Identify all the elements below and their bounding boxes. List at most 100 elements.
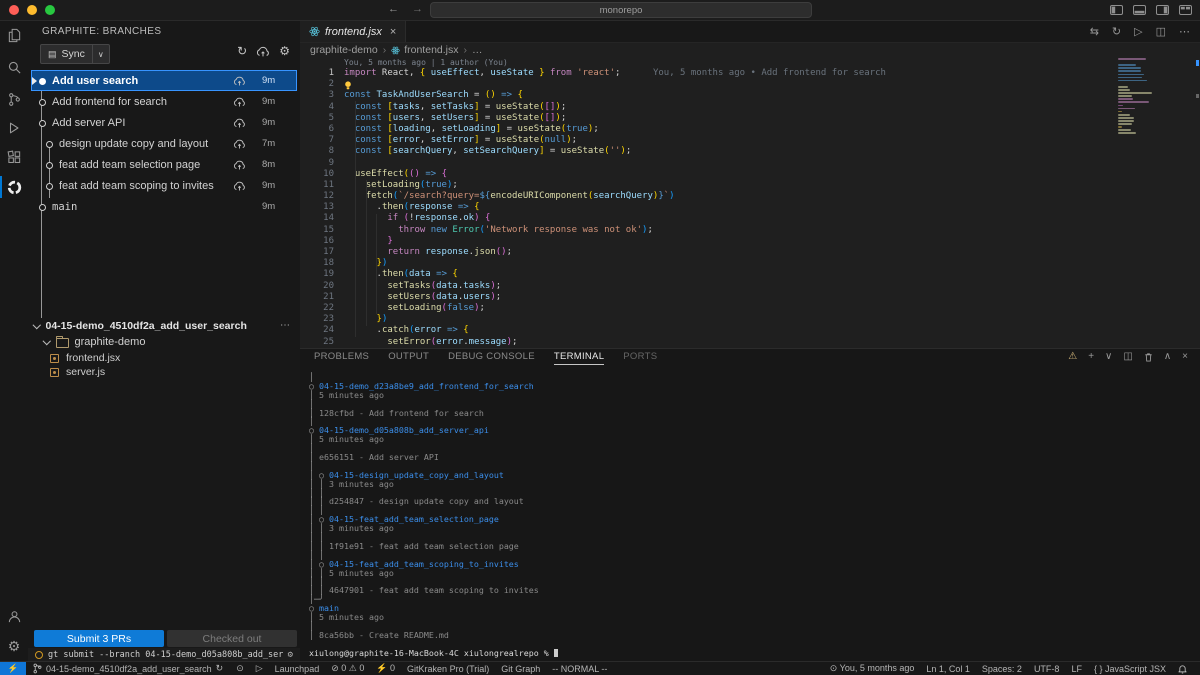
cloud-upload-icon[interactable]: [233, 181, 249, 191]
sync-button[interactable]: ▤ Sync ∨: [40, 44, 110, 64]
close-window-button[interactable]: [9, 5, 19, 15]
code-line[interactable]: 9: [300, 158, 1154, 169]
extensions-icon[interactable]: [0, 145, 28, 169]
editor-action-icon[interactable]: ⇆: [1090, 25, 1099, 38]
breadcrumb-item[interactable]: graphite-demo: [310, 44, 378, 56]
status-item[interactable]: Ln 1, Col 1: [920, 664, 976, 674]
settings-gear-icon[interactable]: ⚙: [0, 634, 28, 658]
editor-action-icon[interactable]: ↻: [1112, 25, 1121, 38]
status-item[interactable]: ⊘ 0 ⚠ 0: [325, 663, 370, 674]
terminal-output[interactable]: │○ 04-15-demo_d23a8be9_add_frontend_for_…: [309, 373, 1194, 662]
status-item[interactable]: ⊙ You, 5 months ago: [824, 663, 921, 674]
zoom-window-button[interactable]: [45, 5, 55, 15]
toggle-secondary-sidebar-icon[interactable]: [1156, 5, 1169, 15]
cloud-upload-icon[interactable]: [233, 97, 249, 107]
code-line[interactable]: 18 }): [300, 258, 1154, 269]
status-branch-item[interactable]: 04-15-demo_4510df2a_add_user_search ↻: [26, 663, 230, 674]
refresh-icon[interactable]: ↻: [237, 45, 247, 57]
terminal-prompt[interactable]: xiulong@graphite-16-MacBook-4C xiulongre…: [309, 649, 1194, 658]
minimap[interactable]: [1118, 58, 1164, 153]
panel-tab-output[interactable]: OUTPUT: [388, 349, 429, 365]
code-line[interactable]: 15 throw new Error('Network response was…: [300, 225, 1154, 236]
panel-action-icon[interactable]: ◫: [1123, 351, 1132, 362]
codelens-annotation[interactable]: You, 5 months ago | 1 author (You): [300, 58, 1154, 68]
section-branch-title[interactable]: 04-15-demo_4510df2a_add_user_search: [46, 320, 275, 332]
code-line[interactable]: 16 }: [300, 236, 1154, 247]
code-line[interactable]: 10 useEffect(() => {: [300, 169, 1154, 180]
code-line[interactable]: 17 return response.json();: [300, 247, 1154, 258]
status-item[interactable]: -- NORMAL --: [546, 664, 613, 674]
source-control-icon[interactable]: [0, 87, 28, 111]
branch-row[interactable]: feat add team selection page8m: [31, 154, 297, 175]
cloud-upload-icon[interactable]: [233, 118, 249, 128]
editor-action-icon[interactable]: ◫: [1156, 25, 1166, 38]
toggle-panel-icon[interactable]: [1133, 5, 1146, 15]
file-row[interactable]: frontend.jsx: [50, 351, 300, 365]
graphite-icon[interactable]: [0, 175, 28, 199]
code-line[interactable]: 19 .then(data => {: [300, 269, 1154, 280]
code-line[interactable]: 11 setLoading(true);: [300, 180, 1154, 191]
cloud-upload-icon[interactable]: [233, 76, 249, 86]
cloud-upload-icon[interactable]: [233, 160, 249, 170]
chevron-down-icon[interactable]: [33, 321, 41, 329]
code-line[interactable]: 7 const [error, setError] = useState(nul…: [300, 135, 1154, 146]
panel-tab-debug-console[interactable]: DEBUG CONSOLE: [448, 349, 535, 365]
code-line[interactable]: 1import React, { useEffect, useState } f…: [300, 68, 1154, 79]
status-item[interactable]: ⊙: [230, 663, 250, 674]
breadcrumb-item[interactable]: frontend.jsx: [391, 44, 458, 56]
status-item[interactable]: ▷: [250, 663, 269, 674]
remote-indicator[interactable]: ⚡: [0, 662, 26, 675]
search-icon[interactable]: [0, 55, 28, 79]
panel-action-icon[interactable]: ∨: [1105, 351, 1112, 362]
terminal-warning-icon[interactable]: ⚠: [1068, 351, 1077, 362]
lightbulb-icon[interactable]: [344, 81, 352, 90]
folder-row[interactable]: graphite-demo: [44, 335, 145, 349]
explorer-icon[interactable]: [0, 23, 28, 47]
notification-gear-icon[interactable]: ⚙: [288, 650, 293, 660]
more-actions-icon[interactable]: ⋯: [280, 320, 294, 331]
code-line[interactable]: 13 .then(response => {: [300, 202, 1154, 213]
panel-tab-terminal[interactable]: TERMINAL: [554, 349, 604, 365]
gear-icon[interactable]: ⚙: [279, 45, 290, 57]
code-line[interactable]: 5 const [users, setUsers] = useState([])…: [300, 113, 1154, 124]
code-line[interactable]: 14 if (!response.ok) {: [300, 213, 1154, 224]
panel-action-icon[interactable]: ×: [1182, 351, 1188, 362]
progress-notification[interactable]: gt submit --branch 04-15-demo_d05a808b_a…: [28, 648, 300, 662]
branch-row[interactable]: Add user search9m: [31, 70, 297, 91]
status-item[interactable]: { } JavaScript JSX: [1088, 664, 1172, 674]
status-item[interactable]: UTF-8: [1028, 664, 1066, 674]
tab-frontend-jsx[interactable]: frontend.jsx ×: [300, 20, 406, 42]
code-line[interactable]: 23 }): [300, 314, 1154, 325]
command-center[interactable]: monorepo: [430, 2, 812, 18]
code-line[interactable]: 12 fetch(`/search?query=${encodeURICompo…: [300, 191, 1154, 202]
panel-action-icon[interactable]: ∧: [1164, 351, 1171, 362]
history-forward-icon[interactable]: →: [412, 3, 423, 15]
code-line[interactable]: 25 setError(error.message);: [300, 337, 1154, 348]
submit-prs-button[interactable]: Submit 3 PRs: [34, 630, 164, 647]
code-line[interactable]: 24 .catch(error => {: [300, 325, 1154, 336]
code-area[interactable]: You, 5 months ago | 1 author (You) 1impo…: [300, 58, 1154, 348]
sync-dropdown-chevron-icon[interactable]: ∨: [93, 45, 109, 63]
branch-row[interactable]: design update copy and layout7m: [31, 133, 297, 154]
status-item[interactable]: GitKraken Pro (Trial): [401, 664, 495, 674]
code-line[interactable]: 2: [300, 79, 1154, 90]
status-item[interactable]: Git Graph: [495, 664, 546, 674]
code-line[interactable]: 20 setTasks(data.tasks);: [300, 281, 1154, 292]
panel-tab-ports[interactable]: PORTS: [623, 349, 657, 365]
trash-icon[interactable]: [1144, 352, 1153, 362]
status-item[interactable]: Launchpad: [269, 664, 326, 674]
checked-out-button[interactable]: Checked out: [167, 630, 297, 647]
branch-row[interactable]: main9m: [31, 196, 297, 217]
branch-row[interactable]: Add frontend for search9m: [31, 91, 297, 112]
toggle-sidebar-icon[interactable]: [1110, 5, 1123, 15]
branch-row[interactable]: Add server API9m: [31, 112, 297, 133]
history-back-icon[interactable]: ←: [388, 3, 399, 15]
code-line[interactable]: 6 const [loading, setLoading] = useState…: [300, 124, 1154, 135]
branch-row[interactable]: feat add team scoping to invites9m: [31, 175, 297, 196]
panel-action-icon[interactable]: +: [1088, 351, 1094, 362]
cloud-upload-toolbar-icon[interactable]: [256, 46, 270, 57]
status-item[interactable]: Spaces: 2: [976, 664, 1028, 674]
code-line[interactable]: 21 setUsers(data.users);: [300, 292, 1154, 303]
editor-action-icon[interactable]: ▷: [1134, 25, 1142, 38]
run-debug-icon[interactable]: [0, 116, 28, 140]
